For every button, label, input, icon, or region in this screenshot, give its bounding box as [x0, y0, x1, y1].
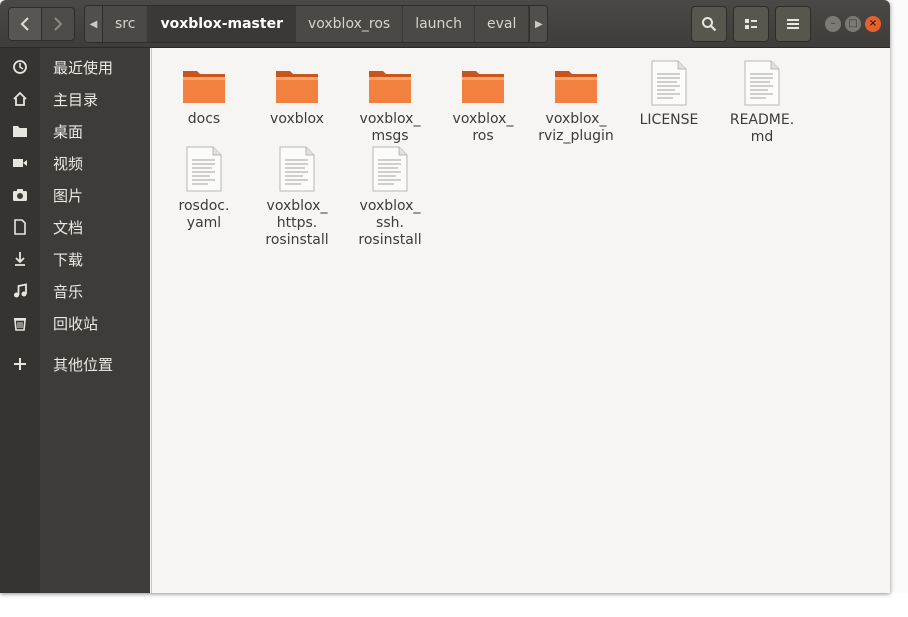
text-file-icon	[279, 146, 315, 192]
minimize-button[interactable]: –	[825, 16, 841, 32]
sidebar-item-label: 下载	[53, 250, 84, 269]
sidebar-item-label: 最近使用	[53, 58, 114, 77]
folder-icon	[276, 71, 318, 103]
path-scroll-right-button[interactable]: ▶	[529, 6, 548, 42]
breadcrumb-src[interactable]: src	[103, 6, 149, 42]
sidebar-item-label: 视频	[53, 154, 84, 173]
file-name-label: voxblox	[270, 111, 324, 127]
video-icon	[0, 155, 40, 171]
folder-icon	[183, 71, 225, 103]
file-name-label: voxblox_ ssh. rosinstall	[358, 198, 422, 248]
path-bar: ◀ src voxblox-master voxblox_ros launch eval…	[84, 5, 549, 43]
download-icon	[0, 251, 40, 267]
document-icon	[0, 219, 40, 235]
file-item[interactable]: voxblox_ ssh. rosinstall	[347, 140, 433, 249]
text-file-icon	[186, 146, 222, 192]
home-icon	[0, 91, 40, 107]
sidebar-item-2[interactable]: 桌面	[0, 115, 150, 147]
sidebar-item-label: 图片	[53, 186, 84, 205]
search-icon	[702, 17, 717, 32]
breadcrumb-launch[interactable]: launch	[403, 6, 475, 42]
sidebar-item-4[interactable]: 图片	[0, 179, 150, 211]
forward-button[interactable]	[42, 7, 75, 41]
minimize-icon: –	[830, 18, 836, 29]
file-manager-window: ◀ src voxblox-master voxblox_ros launch eval…	[0, 0, 890, 593]
breadcrumb-eval[interactable]: eval	[475, 6, 530, 42]
file-item[interactable]: voxblox_ https. rosinstall	[254, 140, 340, 249]
trash-icon	[0, 315, 40, 331]
folder-icon	[0, 123, 40, 139]
background-page-bottom	[500, 593, 908, 617]
sidebar-item-1[interactable]: 主目录	[0, 83, 150, 115]
close-icon: ×	[868, 18, 878, 29]
file-item[interactable]: LICENSE	[626, 54, 712, 129]
breadcrumb-voxblox-ros[interactable]: voxblox_ros	[296, 6, 404, 42]
search-button[interactable]	[691, 6, 727, 42]
file-name-label: README. md	[729, 112, 795, 145]
text-file-icon	[744, 60, 780, 106]
folder-icon	[555, 71, 597, 103]
file-name-label: LICENSE	[639, 112, 699, 128]
background-page-edge	[890, 0, 908, 617]
folder-item[interactable]: voxblox_ msgs	[347, 54, 433, 145]
list-view-icon	[745, 19, 757, 29]
file-name-label: voxblox_ ros	[452, 111, 514, 144]
camera-icon	[0, 187, 40, 203]
close-button[interactable]: ×	[865, 16, 881, 32]
sidebar-item-label: 主目录	[53, 90, 99, 109]
file-item[interactable]: rosdoc. yaml	[161, 140, 247, 232]
file-name-label: rosdoc. yaml	[178, 198, 230, 231]
sidebar-item-0[interactable]: 最近使用	[0, 51, 150, 83]
back-button[interactable]	[8, 7, 42, 41]
sidebar-item-label: 文档	[53, 218, 84, 237]
text-file-icon	[372, 146, 408, 192]
header-bar: ◀ src voxblox-master voxblox_ros launch eval…	[0, 0, 890, 48]
sidebar-item-label: 回收站	[53, 314, 99, 333]
sidebar-item-label: 桌面	[53, 122, 84, 141]
sidebar-item-7[interactable]: 音乐	[0, 275, 150, 307]
folder-item[interactable]: voxblox_ ros	[440, 54, 526, 145]
sidebar-item-9[interactable]: 其他位置	[0, 348, 150, 380]
file-name-label: voxblox_ https. rosinstall	[265, 198, 329, 248]
folder-icon	[462, 71, 504, 103]
file-view: docs voxblox voxblox_ msgs voxblox_ ros voxb…	[151, 48, 890, 593]
chevron-right-icon	[54, 17, 63, 31]
maximize-button[interactable]: □	[845, 16, 861, 32]
folder-item[interactable]: docs	[161, 54, 247, 128]
text-file-icon	[651, 60, 687, 106]
path-scroll-left-button[interactable]: ◀	[85, 6, 103, 42]
clock-icon	[0, 59, 40, 75]
maximize-icon: □	[848, 18, 858, 29]
file-name-label: voxblox_ rviz_plugin	[538, 111, 614, 144]
hamburger-menu-icon	[787, 19, 799, 29]
sidebar-item-6[interactable]: 下载	[0, 243, 150, 275]
view-toggle-button[interactable]	[733, 6, 769, 42]
folder-item[interactable]: voxblox_ rviz_plugin	[533, 54, 619, 145]
file-name-label: docs	[187, 111, 221, 127]
file-item[interactable]: README. md	[719, 54, 805, 146]
sidebar-item-5[interactable]: 文档	[0, 211, 150, 243]
plus-icon	[0, 357, 40, 371]
folder-item[interactable]: voxblox	[254, 54, 340, 128]
sidebar-item-label: 其他位置	[53, 355, 114, 374]
music-icon	[0, 283, 40, 299]
sidebar-item-3[interactable]: 视频	[0, 147, 150, 179]
sidebar: 最近使用主目录桌面视频图片文档下载音乐回收站其他位置	[0, 48, 150, 593]
folder-icon	[369, 71, 411, 103]
sidebar-item-label: 音乐	[53, 282, 84, 301]
menu-button[interactable]	[775, 6, 811, 42]
breadcrumb-voxblox-master[interactable]: voxblox-master	[148, 6, 296, 42]
chevron-left-icon	[20, 17, 29, 31]
sidebar-item-8[interactable]: 回收站	[0, 307, 150, 339]
